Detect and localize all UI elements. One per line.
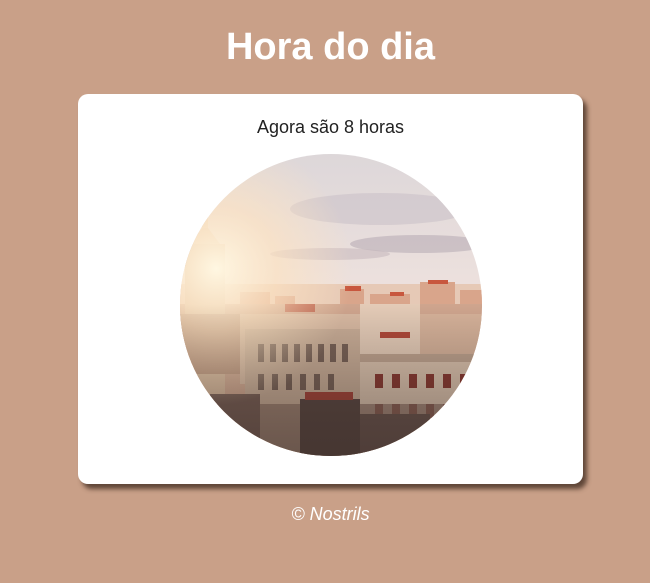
time-card: Agora são 8 horas	[78, 94, 583, 484]
city-morning-image	[180, 154, 482, 456]
copyright-footer: © Nostrils	[291, 504, 370, 524]
current-hour-text: Agora são 8 horas	[256, 117, 405, 137]
page-title: Hora do dia	[225, 26, 436, 68]
